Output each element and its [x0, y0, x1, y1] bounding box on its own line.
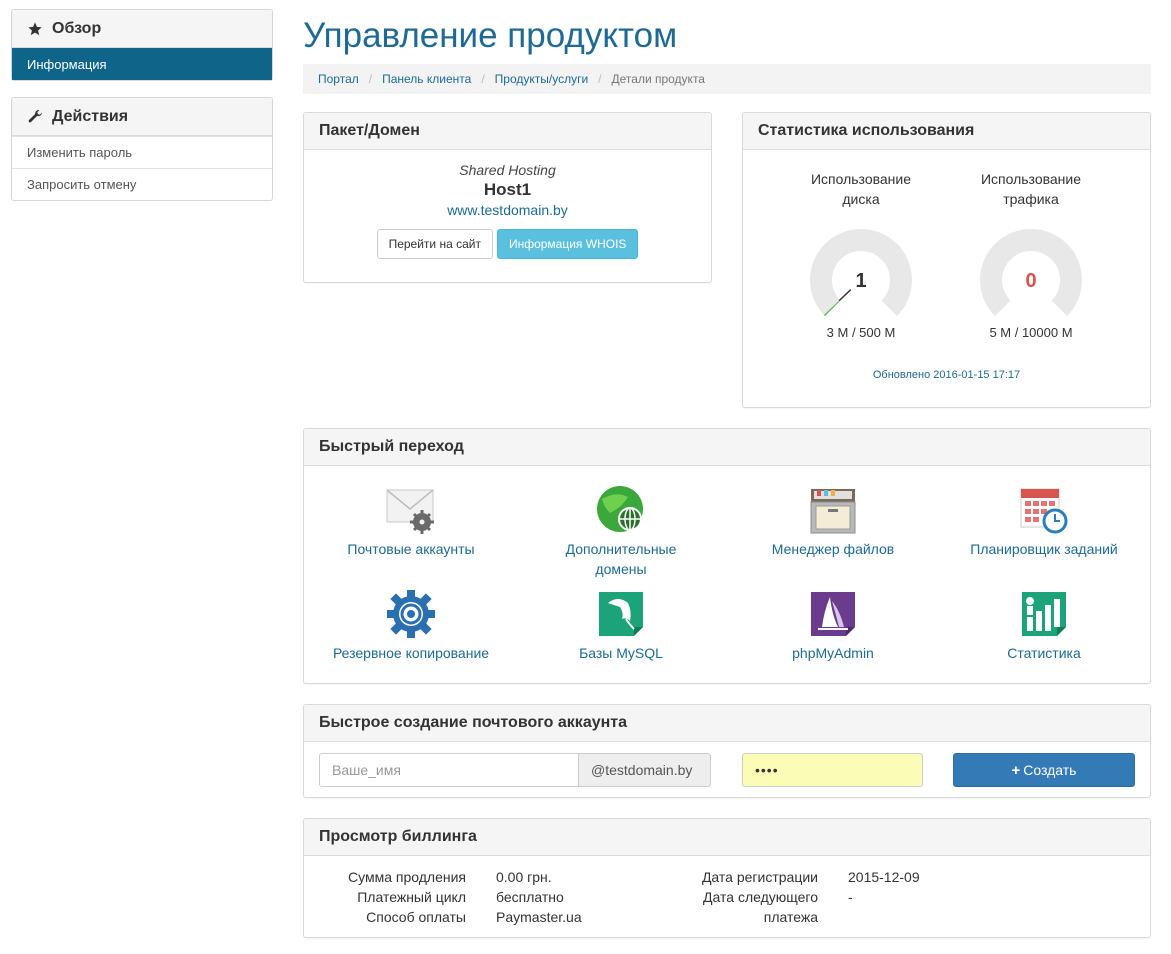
main-content: Управление продуктом Портал / Панель кли…	[303, 0, 1151, 94]
breadcrumb-portal[interactable]: Портал	[318, 72, 359, 86]
quick-link-email-accounts[interactable]: Почтовые аккаунты	[306, 485, 516, 559]
quick-link-addon-domains[interactable]: Дополнительные домены	[516, 485, 726, 579]
wrench-icon	[26, 108, 44, 126]
actions-title: Действия	[52, 107, 129, 125]
visit-site-button[interactable]: Перейти на сайт	[376, 229, 493, 259]
quick-link-file-manager[interactable]: Менеджер файлов	[728, 485, 938, 559]
sidebar-item-label: Запросить отмену	[27, 177, 137, 192]
email-create-header: Быстрое создание почтового аккаунта	[304, 705, 1150, 742]
star-icon	[26, 20, 44, 38]
whois-info-button[interactable]: Информация WHOIS	[496, 229, 639, 259]
billing-next-due-value: -	[848, 889, 853, 905]
actions-header: Действия	[12, 98, 272, 136]
breadcrumb-separator: /	[368, 72, 373, 86]
email-password-field[interactable]: ••••	[742, 753, 923, 787]
disk-gauge-fill	[823, 299, 841, 317]
sidebar-item-change-password[interactable]: Изменить пароль	[12, 136, 272, 168]
disk-gauge-value: 1	[855, 270, 866, 292]
file-cabinet-icon	[810, 489, 856, 534]
traffic-usage-amount: 5 M / 10000 M	[989, 325, 1073, 340]
sidebar-item-label: Изменить пароль	[27, 145, 133, 160]
quick-link-phpmyadmin[interactable]: phpMyAdmin	[728, 589, 938, 663]
quick-link-label: phpMyAdmin	[792, 645, 874, 661]
package-domain-link[interactable]: www.testdomain.by	[304, 202, 711, 218]
traffic-usage-title: Использование трафика	[980, 171, 1082, 207]
sidebar-item-request-cancel[interactable]: Запросить отмену	[12, 168, 272, 200]
actions-panel: Действия Изменить пароль Запросить отмен…	[11, 97, 273, 201]
quick-link-label: Почтовые аккаунты	[347, 541, 475, 557]
usage-updated-time: Обновлено 2016-01-15 17:17	[872, 369, 1021, 381]
billing-reg-date-label: Дата регистрации	[701, 869, 818, 885]
email-username-input[interactable]: Ваше_имя	[319, 753, 579, 787]
quick-link-label: Планировщик заданий	[970, 541, 1118, 557]
quick-link-label: Менеджер файлов	[771, 541, 895, 557]
sidebar-item-info[interactable]: Информация	[12, 48, 272, 80]
sidebar: Обзор Информация Действия Изменить парол…	[11, 9, 273, 217]
traffic-gauge: 0	[980, 229, 1082, 317]
traffic-usage-block: Использование трафика 0 5 M / 10000 M	[961, 169, 1101, 340]
breadcrumb-separator: /	[598, 72, 602, 86]
billing-renewal-value: 0.00 грн.	[496, 869, 552, 885]
email-domain-addon: @testdomain.by	[579, 753, 711, 787]
create-email-label: Создать	[1023, 762, 1077, 778]
package-type: Shared Hosting	[459, 162, 556, 178]
disk-gauge-needle	[838, 289, 852, 302]
breadcrumb-client-area[interactable]: Панель клиента	[382, 72, 471, 86]
mail-settings-icon	[386, 489, 434, 534]
calendar-clock-icon	[1020, 488, 1068, 534]
mysql-dolphin-icon	[599, 592, 643, 636]
sidebar-item-label: Информация	[27, 56, 107, 72]
disk-usage-amount: 3 M / 500 M	[826, 325, 896, 340]
quick-link-statistics[interactable]: Статистика	[939, 589, 1149, 663]
quick-link-label: Дополнительные домены	[565, 541, 677, 577]
create-email-button[interactable]: + Создать	[953, 753, 1135, 787]
globe-icon	[597, 486, 643, 532]
package-header: Пакет/Домен	[304, 113, 711, 150]
phpmyadmin-sail-icon	[811, 592, 855, 636]
quick-link-cron-jobs[interactable]: Планировщик заданий	[939, 485, 1149, 559]
page-title: Управление продуктом	[303, 16, 678, 55]
traffic-gauge-value: 0	[1025, 270, 1036, 292]
overview-panel: Обзор Информация	[11, 9, 273, 81]
breadcrumb: Портал / Панель клиента / Продукты/услуг…	[303, 64, 1151, 94]
quick-link-label: Базы MySQL	[579, 645, 663, 661]
disk-usage-title: Использование диска	[810, 171, 912, 207]
quick-link-backup[interactable]: Резервное копирование	[306, 589, 516, 663]
breadcrumb-current: Детали продукта	[611, 72, 705, 86]
backup-gear-icon	[387, 590, 435, 638]
billing-reg-date-value: 2015-12-09	[848, 869, 920, 885]
package-panel: Пакет/Домен Shared Hosting Host1 www.tes…	[303, 112, 712, 283]
quick-link-label: Резервное копирование	[332, 645, 490, 661]
overview-header: Обзор	[12, 10, 272, 48]
billing-payment-method-value: Paymaster.ua	[496, 909, 582, 925]
plus-icon: +	[1011, 761, 1021, 779]
billing-renewal-label: Сумма продления	[348, 869, 466, 885]
billing-header: Просмотр биллинга	[304, 819, 1150, 856]
breadcrumb-products[interactable]: Продукты/услуги	[495, 72, 589, 86]
quick-link-label: Статистика	[1007, 645, 1081, 661]
billing-cycle-value: бесплатно	[496, 889, 564, 905]
billing-cycle-label: Платежный цикл	[357, 889, 466, 905]
statistics-chart-icon	[1022, 592, 1066, 636]
disk-usage-block: Использование диска 1 3 M / 500 M	[791, 169, 931, 340]
overview-title: Обзор	[52, 19, 102, 37]
package-name: Host1	[483, 180, 532, 199]
billing-payment-method-label: Способ оплаты	[366, 909, 466, 925]
disk-gauge: 1	[810, 229, 912, 317]
quick-jump-header: Быстрый переход	[304, 429, 1150, 466]
billing-next-due-label: Дата следующего платежа	[703, 889, 818, 925]
quick-jump-panel: Быстрый переход Почтовые аккаунты Дополн…	[303, 428, 1151, 684]
billing-panel: Просмотр биллинга Сумма продления 0.00 г…	[303, 818, 1151, 938]
quick-link-mysql[interactable]: Базы MySQL	[516, 589, 726, 663]
usage-panel: Статистика использования Использование д…	[742, 112, 1151, 408]
breadcrumb-separator: /	[481, 72, 485, 86]
usage-header: Статистика использования	[743, 113, 1150, 150]
email-create-panel: Быстрое создание почтового аккаунта Ваше…	[303, 704, 1151, 798]
